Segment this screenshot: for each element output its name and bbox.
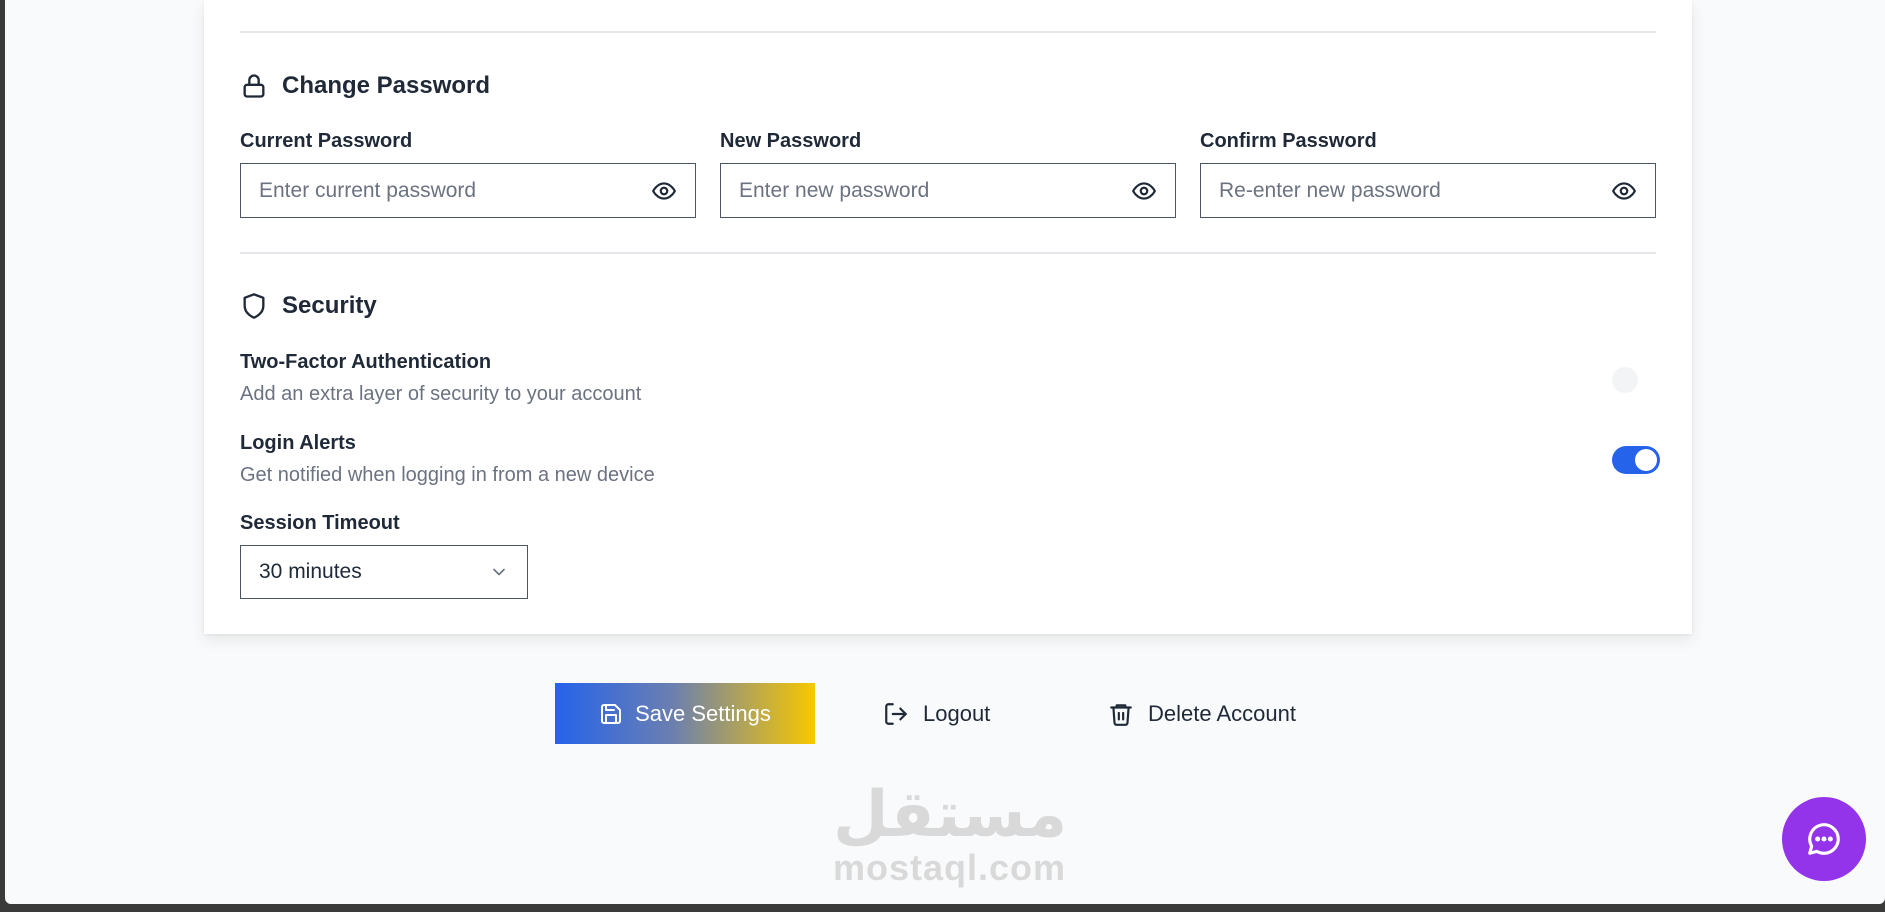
confirm-password-field[interactable] xyxy=(1200,163,1656,218)
change-password-title: Change Password xyxy=(282,72,491,99)
trash-icon xyxy=(1110,703,1132,726)
login-alerts-description: Get notified when logging in from a new … xyxy=(240,464,655,486)
logout-icon xyxy=(885,702,907,725)
watermark-latin: mostaql.com xyxy=(833,847,1067,888)
logout-button[interactable]: Logout xyxy=(883,683,990,744)
current-password-field[interactable] xyxy=(240,163,696,218)
watermark-arabic: مستقل xyxy=(833,778,1068,852)
session-timeout-select[interactable]: 30 minutes xyxy=(240,545,528,599)
login-alerts-toggle[interactable] xyxy=(1612,446,1660,474)
delete-account-button[interactable]: Delete Account xyxy=(1108,683,1296,744)
delete-account-label: Delete Account xyxy=(1148,700,1296,726)
security-heading: Security xyxy=(240,292,377,320)
new-password-field[interactable] xyxy=(720,163,1176,218)
chevron-down-icon xyxy=(493,568,505,576)
chat-button[interactable] xyxy=(1782,797,1866,881)
confirm-password-input[interactable] xyxy=(1219,178,1579,203)
new-password-label: New Password xyxy=(720,130,862,152)
watermark-logo: مستقل mostaql.com xyxy=(833,778,1068,888)
session-timeout-value: 30 minutes xyxy=(259,560,362,583)
two-factor-description: Add an extra layer of security to your a… xyxy=(240,383,642,405)
lock-icon xyxy=(243,74,265,98)
settings-card: Change Password Current Password New Pas… xyxy=(204,0,1692,634)
login-alerts-title: Login Alerts xyxy=(240,432,356,454)
confirm-password-label: Confirm Password xyxy=(1200,130,1377,152)
logout-label: Logout xyxy=(923,700,991,726)
two-factor-title: Two-Factor Authentication xyxy=(240,351,492,373)
save-icon xyxy=(601,703,622,724)
two-factor-toggle[interactable] xyxy=(1612,367,1638,393)
new-password-input[interactable] xyxy=(739,178,1099,203)
security-title: Security xyxy=(282,292,377,319)
eye-icon[interactable] xyxy=(1611,178,1637,204)
eye-icon[interactable] xyxy=(651,178,677,204)
change-password-heading: Change Password xyxy=(240,72,490,100)
save-settings-label: Save Settings xyxy=(635,700,771,726)
eye-icon[interactable] xyxy=(1131,178,1157,204)
divider xyxy=(240,252,1656,254)
divider xyxy=(240,31,1656,33)
shield-icon xyxy=(243,293,265,319)
action-bar: Save Settings Logout Delete Account xyxy=(5,683,1885,744)
toggle-knob xyxy=(1635,449,1657,471)
page-viewport: Change Password Current Password New Pas… xyxy=(5,0,1885,904)
current-password-label: Current Password xyxy=(240,130,413,152)
chat-icon xyxy=(1808,823,1840,855)
current-password-input[interactable] xyxy=(259,178,619,203)
session-timeout-label: Session Timeout xyxy=(240,512,400,534)
save-settings-button[interactable]: Save Settings xyxy=(555,683,815,744)
